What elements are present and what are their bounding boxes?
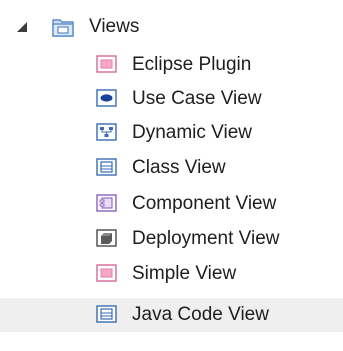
tree-node-component-view[interactable]: Component View bbox=[0, 187, 343, 221]
component-view-icon bbox=[96, 194, 117, 212]
tree-node-simple-view[interactable]: Simple View bbox=[0, 257, 343, 291]
tree-node-use-case-view[interactable]: Use Case View bbox=[0, 82, 343, 116]
project-browser-tree: Views Eclipse Plugin Use Case View Dynam… bbox=[0, 0, 343, 351]
tree-node-label: Simple View bbox=[132, 263, 237, 284]
tree-node-label: Dynamic View bbox=[132, 122, 253, 143]
dynamic-view-icon bbox=[96, 123, 117, 141]
tree-node-class-view[interactable]: Class View bbox=[0, 151, 343, 185]
tree-node-java-code-view[interactable]: Java Code View bbox=[0, 298, 343, 332]
deployment-view-icon bbox=[96, 229, 117, 247]
expanded-triangle-icon[interactable] bbox=[16, 21, 28, 33]
eclipse-plugin-view-icon bbox=[96, 55, 117, 73]
tree-node-label: Component View bbox=[132, 193, 277, 214]
tree-node-label: Class View bbox=[132, 157, 226, 178]
tree-node-label: Deployment View bbox=[132, 228, 280, 249]
use-case-view-icon bbox=[96, 89, 117, 107]
tree-node-eclipse-plugin[interactable]: Eclipse Plugin bbox=[0, 48, 343, 82]
java-code-view-icon bbox=[96, 305, 117, 323]
class-view-icon bbox=[96, 158, 117, 176]
tree-node-label: Eclipse Plugin bbox=[132, 54, 252, 75]
package-folder-icon bbox=[51, 16, 75, 38]
tree-node-label: Use Case View bbox=[132, 88, 262, 109]
tree-node-label: Views bbox=[89, 16, 140, 37]
tree-node-dynamic-view[interactable]: Dynamic View bbox=[0, 116, 343, 150]
tree-node-views[interactable]: Views bbox=[0, 10, 343, 44]
simple-view-icon bbox=[96, 264, 117, 282]
tree-node-deployment-view[interactable]: Deployment View bbox=[0, 222, 343, 256]
tree-node-label: Java Code View bbox=[132, 304, 269, 325]
